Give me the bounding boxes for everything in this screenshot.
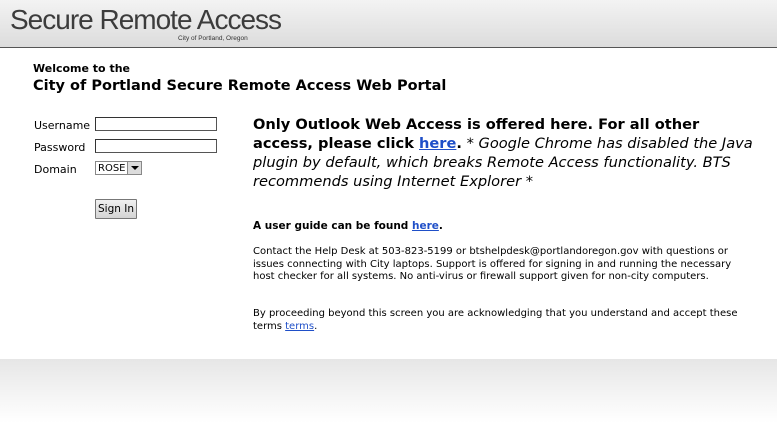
username-input[interactable] xyxy=(95,117,217,131)
main-content: Welcome to the City of Portland Secure R… xyxy=(0,48,777,359)
password-label: Password xyxy=(34,141,86,154)
page-title: City of Portland Secure Remote Access We… xyxy=(33,78,447,94)
welcome-line: Welcome to the xyxy=(33,62,130,75)
domain-select-value: ROSE xyxy=(98,163,126,174)
notice-here-link[interactable]: here xyxy=(419,135,456,152)
user-guide-period: . xyxy=(438,220,443,232)
brand-logo-title: Secure Remote Access xyxy=(10,4,282,35)
sign-in-button[interactable]: Sign In xyxy=(95,199,137,219)
domain-select[interactable]: ROSE xyxy=(95,161,142,175)
user-guide-link[interactable]: here xyxy=(412,220,439,232)
brand-subtitle: City of Portland, Oregon xyxy=(178,35,248,42)
terms-statement: By proceeding beyond this screen you are… xyxy=(253,308,753,333)
domain-label: Domain xyxy=(34,163,77,176)
terms-period: . xyxy=(314,320,318,332)
chevron-down-icon xyxy=(127,162,141,174)
password-input[interactable] xyxy=(95,139,217,153)
helpdesk-info: Contact the Help Desk at 503-823-5199 or… xyxy=(253,246,732,282)
user-guide-text: A user guide can be found xyxy=(253,220,412,232)
username-label: Username xyxy=(34,119,91,132)
terms-link[interactable]: terms xyxy=(285,321,314,332)
terms-text: By proceeding beyond this screen you are… xyxy=(253,308,738,332)
access-notice: Only Outlook Web Access is offered here.… xyxy=(253,115,758,191)
header-bar: Secure Remote Access City of Portland, O… xyxy=(0,0,777,48)
user-guide-line: A user guide can be found here. xyxy=(253,220,443,232)
footer-band xyxy=(0,359,777,423)
